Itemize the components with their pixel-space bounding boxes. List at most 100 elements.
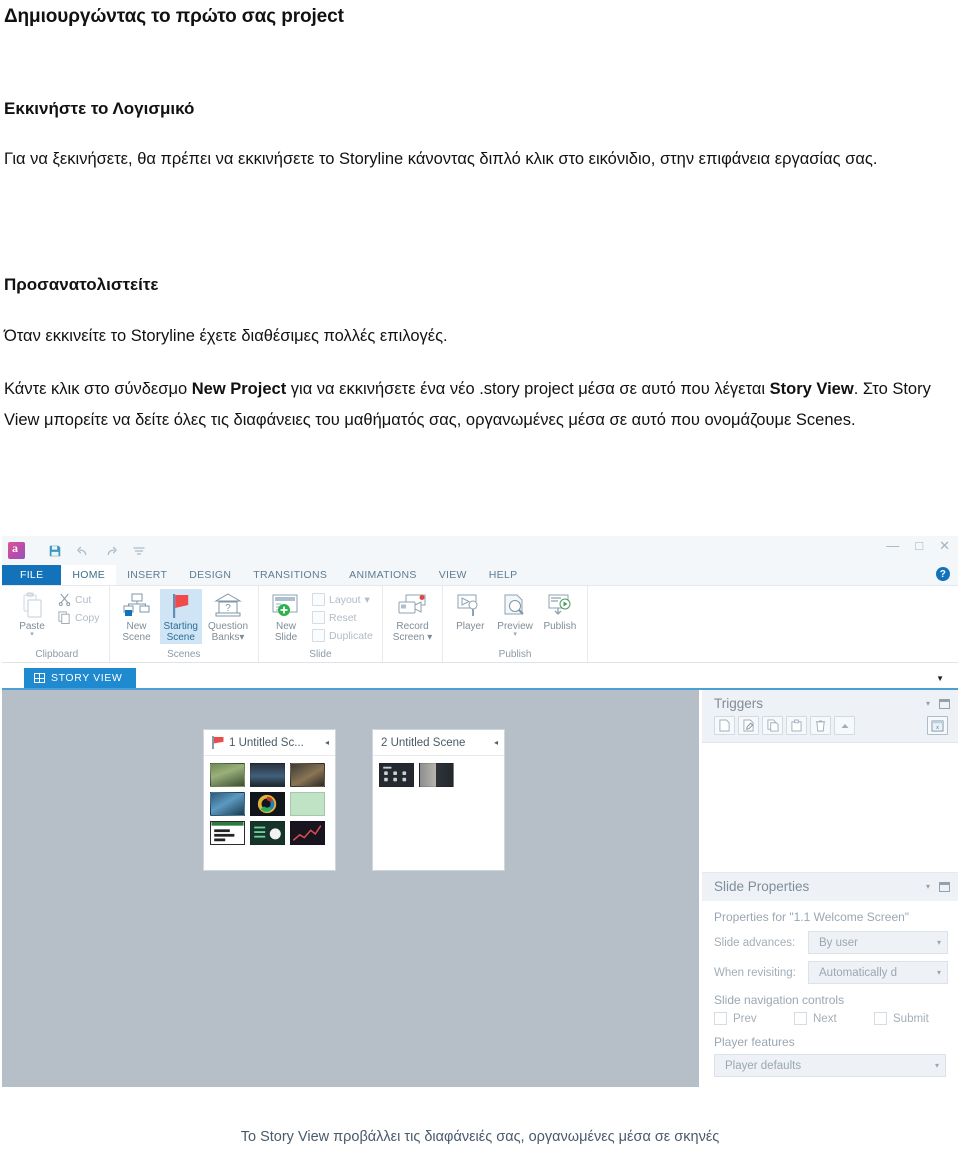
tab-insert[interactable]: INSERT	[116, 565, 179, 585]
starting-scene-label-2: Scene	[166, 632, 195, 643]
slide-thumbnail[interactable]	[290, 792, 325, 816]
tab-file[interactable]: FILE	[2, 565, 62, 585]
question-banks-button[interactable]: ? Question Banks▾	[204, 589, 252, 644]
tab-design[interactable]: DESIGN	[178, 565, 243, 585]
slide-thumbnail[interactable]	[250, 821, 285, 845]
preview-button[interactable]: Preview ▾	[493, 589, 537, 639]
new-slide-label-1: New	[276, 621, 297, 632]
story-view-canvas[interactable]: 1 Untitled Sc... ◂ 2 Untitled Scene ◂	[2, 690, 702, 1087]
section-1-paragraph: Για να ξεκινήσετε, θα πρέπει να εκκινήσε…	[4, 144, 956, 175]
slide-properties-collapse-icon[interactable]: ▾	[926, 882, 930, 891]
question-banks-label-2: Banks▾	[211, 632, 245, 643]
maximize-button[interactable]: □	[915, 539, 923, 552]
scene-2-collapse-icon[interactable]: ◂	[494, 738, 498, 747]
minimize-button[interactable]: —	[886, 539, 899, 552]
undo-icon[interactable]	[75, 543, 90, 558]
scene-1-collapse-icon[interactable]: ◂	[325, 738, 329, 747]
move-up-trigger-button[interactable]	[834, 716, 855, 735]
ribbon-group-scenes: New Scene Starting Scene ? Question Bank…	[110, 586, 260, 662]
player-button[interactable]: Player	[449, 589, 491, 633]
reset-button[interactable]: Reset	[309, 609, 376, 626]
trigger-wizard-button[interactable]: x	[927, 716, 948, 735]
scene-1-header[interactable]: 1 Untitled Sc... ◂	[204, 730, 335, 756]
tab-home[interactable]: HOME	[61, 565, 117, 585]
edit-trigger-button[interactable]	[738, 716, 759, 735]
cut-button[interactable]: Cut	[55, 591, 103, 608]
tab-view[interactable]: VIEW	[427, 565, 478, 585]
new-trigger-button[interactable]	[714, 716, 735, 735]
slide-thumbnail[interactable]	[290, 821, 325, 845]
record-screen-icon	[397, 590, 429, 621]
slide-thumbnail[interactable]	[290, 763, 325, 787]
player-features-select[interactable]: Player defaults ▾	[714, 1054, 946, 1077]
prev-checkbox[interactable]: Prev	[714, 1012, 788, 1025]
tab-transitions[interactable]: TRANSITIONS	[242, 565, 339, 585]
record-screen-label-1: Record	[396, 621, 429, 632]
ribbon-group-clipboard: Paste ▾ Cut Copy Clipboard	[5, 586, 110, 662]
next-checkbox[interactable]: Next	[794, 1012, 868, 1025]
triggers-dock-icon[interactable]	[939, 698, 950, 709]
delete-trigger-button[interactable]	[810, 716, 831, 735]
paste-button[interactable]: Paste ▾	[11, 589, 53, 639]
duplicate-icon	[312, 629, 326, 642]
copy-button[interactable]: Copy	[55, 609, 103, 626]
new-scene-icon	[123, 590, 151, 621]
scene-1-slides	[204, 756, 335, 852]
paste-trigger-button[interactable]	[786, 716, 807, 735]
help-icon[interactable]: ?	[936, 567, 950, 581]
submit-checkbox-box[interactable]	[874, 1012, 887, 1025]
app-title-bar: — □ ✕	[2, 536, 958, 565]
slide-advances-select[interactable]: By user ▾	[808, 931, 948, 954]
scene-card-1[interactable]: 1 Untitled Sc... ◂	[203, 729, 336, 871]
slide-thumbnail[interactable]	[210, 821, 245, 845]
section-1-heading: Εκκινήστε το Λογισμικό	[4, 99, 194, 119]
para-b-bold-new-project: New Project	[191, 380, 287, 398]
layout-button[interactable]: Layout ▾	[309, 591, 376, 608]
when-revisiting-select[interactable]: Automatically d ▾	[808, 961, 948, 984]
triggers-list-empty[interactable]	[702, 743, 958, 873]
para-b-bold-story-view: Story View	[769, 380, 854, 398]
save-icon[interactable]	[47, 543, 62, 558]
new-scene-label-1: New	[126, 621, 147, 632]
tab-help[interactable]: HELP	[477, 565, 529, 585]
publish-button[interactable]: Publish	[539, 589, 581, 633]
record-screen-button[interactable]: Record Screen ▾	[389, 589, 436, 644]
customize-qat-icon[interactable]	[131, 543, 146, 558]
triggers-panel-header[interactable]: Triggers ▾	[702, 690, 958, 711]
copy-trigger-button[interactable]	[762, 716, 783, 735]
slide-thumbnail[interactable]	[210, 763, 245, 787]
prev-label: Prev	[733, 1012, 757, 1025]
duplicate-button[interactable]: Duplicate	[309, 627, 376, 644]
slide-thumbnail[interactable]	[419, 763, 454, 787]
layout-caret-icon[interactable]: ▾	[365, 594, 370, 606]
slide-thumbnail[interactable]	[379, 763, 414, 787]
tab-story-view[interactable]: STORY VIEW	[24, 668, 137, 688]
preview-caret-icon[interactable]: ▾	[513, 631, 517, 638]
next-checkbox-box[interactable]	[794, 1012, 807, 1025]
window-controls[interactable]: — □ ✕	[886, 539, 950, 552]
quick-access-toolbar[interactable]	[47, 543, 146, 558]
scene-card-2[interactable]: 2 Untitled Scene ◂	[372, 729, 505, 871]
triggers-collapse-icon[interactable]: ▾	[926, 699, 930, 708]
prev-checkbox-box[interactable]	[714, 1012, 727, 1025]
when-revisiting-value: Automatically d	[819, 966, 897, 979]
new-slide-button[interactable]: New Slide	[265, 589, 307, 644]
close-button[interactable]: ✕	[939, 539, 950, 552]
new-scene-button[interactable]: New Scene	[116, 589, 158, 644]
view-tab-overflow-caret-icon[interactable]: ▼	[936, 674, 944, 683]
articulate-logo-icon	[8, 541, 25, 559]
ribbon-tab-strip[interactable]: FILE HOME INSERT DESIGN TRANSITIONS ANIM…	[2, 565, 958, 586]
slide-thumbnail[interactable]	[210, 792, 245, 816]
submit-checkbox[interactable]: Submit	[874, 1012, 948, 1025]
slide-properties-panel-header[interactable]: Slide Properties ▾	[702, 873, 958, 901]
layout-label: Layout	[329, 593, 361, 606]
slide-properties-dock-icon[interactable]	[939, 881, 950, 892]
tab-animations[interactable]: ANIMATIONS	[338, 565, 428, 585]
slide-thumbnail[interactable]	[250, 763, 285, 787]
scene-2-header[interactable]: 2 Untitled Scene ◂	[373, 730, 504, 756]
triggers-toolbar[interactable]: x	[702, 711, 958, 743]
redo-icon[interactable]	[103, 543, 118, 558]
slide-thumbnail[interactable]	[250, 792, 285, 816]
paste-caret-icon[interactable]: ▾	[30, 631, 34, 638]
starting-scene-button[interactable]: Starting Scene	[159, 589, 202, 644]
